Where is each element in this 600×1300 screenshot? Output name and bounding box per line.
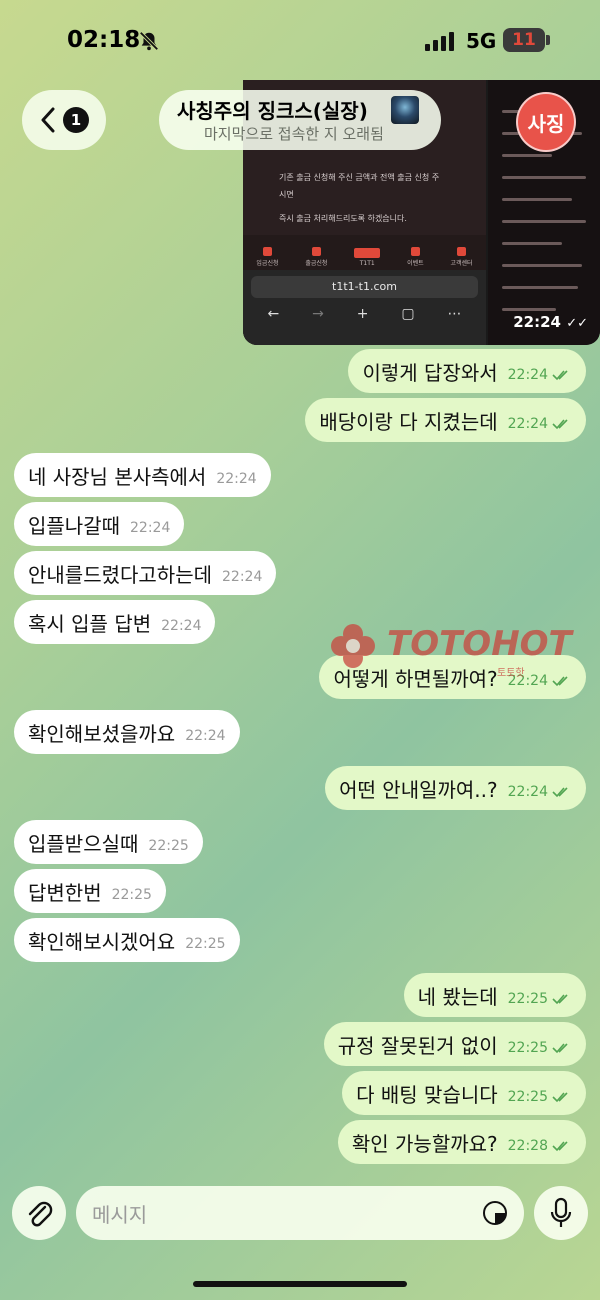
message-time: 22:24: [222, 569, 263, 585]
message-bubble-outgoing[interactable]: 다 배팅 맞습니다 22:25: [342, 1071, 586, 1115]
message-bubble-incoming[interactable]: 혹시 입플 답변 22:24: [14, 600, 216, 644]
watermark-logo-icon: [331, 624, 375, 668]
microphone-button[interactable]: [534, 1186, 588, 1240]
message-time: 22:25: [507, 1040, 548, 1056]
message-time: 22:24: [185, 728, 226, 744]
message-text: 확인 가능할까요?: [351, 1131, 498, 1156]
message-text: 다 배팅 맞습니다: [356, 1082, 498, 1107]
double-check-icon: [552, 787, 568, 798]
double-check-icon: [552, 994, 568, 1005]
message-time: 22:24: [130, 520, 171, 536]
message-text: 확인해보셨을까요: [28, 721, 176, 746]
message-time: 22:25: [185, 936, 226, 952]
attach-button[interactable]: [12, 1186, 66, 1240]
double-check-icon: [552, 419, 568, 430]
double-check-icon: [552, 370, 568, 381]
sticker-icon[interactable]: [482, 1200, 508, 1226]
message-bubble-outgoing[interactable]: 네 봤는데 22:25: [403, 973, 586, 1017]
message-time: 22:25: [148, 838, 189, 854]
message-bubble-incoming[interactable]: 답변한번 22:25: [14, 869, 166, 913]
message-time: 22:25: [507, 1089, 548, 1105]
double-check-icon: [552, 1043, 568, 1054]
watermark-subtext: 토토핫: [497, 668, 525, 679]
message-text: 안내를드렸다고하는데: [28, 562, 212, 587]
message-text: 입플나갈때: [28, 513, 120, 538]
message-bubble-outgoing[interactable]: 배당이랑 다 지켰는데 22:24: [305, 398, 586, 442]
message-bubble-incoming[interactable]: 확인해보시겠어요 22:25: [14, 918, 240, 962]
double-check-icon: [552, 1092, 568, 1103]
message-input[interactable]: 메시지: [76, 1186, 524, 1240]
message-text: 답변한번: [28, 880, 102, 905]
message-text: 네 봤는데: [417, 984, 498, 1009]
double-check-icon: [552, 1141, 568, 1152]
message-time: 22:24: [507, 784, 548, 800]
message-time: 22:24: [507, 367, 548, 383]
message-bubble-outgoing[interactable]: 이렇게 답장와서 22:24: [348, 349, 586, 393]
paperclip-icon: [28, 1201, 53, 1227]
message-text: 확인해보시겠어요: [28, 929, 176, 954]
message-bubble-outgoing[interactable]: 어떤 안내일까여..? 22:24: [325, 766, 586, 810]
message-text: 어떤 안내일까여..?: [339, 777, 498, 802]
message-bubble-incoming[interactable]: 확인해보셨을까요 22:24: [14, 710, 240, 754]
message-text: 네 사장님 본사측에서: [28, 464, 207, 489]
message-time: 22:24: [507, 416, 548, 432]
message-bubble-outgoing[interactable]: 규정 잘못된거 없이 22:25: [323, 1022, 586, 1066]
message-input-placeholder: 메시지: [92, 1203, 148, 1227]
message-bubble-incoming[interactable]: 입플받으실때 22:25: [14, 820, 203, 864]
message-text: 이렇게 답장와서: [362, 360, 498, 385]
message-bubble-outgoing[interactable]: 확인 가능할까요? 22:28: [337, 1120, 586, 1164]
message-text: 규정 잘못된거 없이: [337, 1033, 498, 1058]
message-bubble-incoming[interactable]: 입플나갈때 22:24: [14, 502, 185, 546]
watermark-text: TOTOHOT: [387, 624, 572, 664]
message-bubble-incoming[interactable]: 네 사장님 본사측에서 22:24: [14, 453, 271, 497]
microphone-icon: [550, 1197, 572, 1227]
home-indicator: [193, 1281, 407, 1287]
message-time: 22:24: [161, 618, 202, 634]
message-text: 배당이랑 다 지켰는데: [319, 409, 498, 434]
message-time: 22:25: [507, 991, 548, 1007]
message-time: 22:24: [216, 471, 257, 487]
watermark: TOTOHOT 토토핫: [327, 620, 597, 680]
message-time: 22:25: [111, 887, 152, 903]
message-bubble-incoming[interactable]: 안내를드렸다고하는데 22:24: [14, 551, 277, 595]
message-text: 입플받으실때: [28, 831, 139, 856]
message-time: 22:28: [507, 1138, 548, 1154]
message-text: 혹시 입플 답변: [28, 611, 152, 636]
